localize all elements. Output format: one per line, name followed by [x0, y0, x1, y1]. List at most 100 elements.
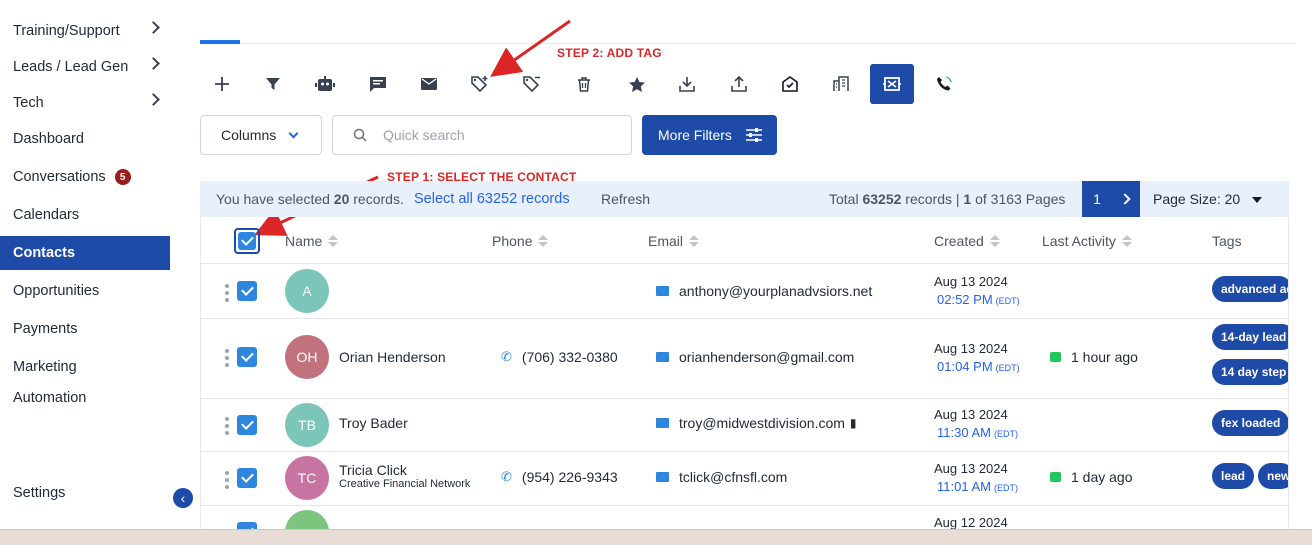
email-cell[interactable]: anthony@yourplanadvsiors.net [656, 283, 872, 299]
header-name[interactable]: Name [285, 233, 339, 249]
row-checkbox[interactable] [237, 281, 257, 301]
sidebar-item-payments[interactable]: Payments [0, 312, 170, 346]
sidebar-item-leads[interactable]: Leads / Lead Gen [0, 50, 170, 84]
mail-icon[interactable] [412, 66, 446, 102]
merge-icon[interactable] [870, 64, 914, 104]
columns-button[interactable]: Columns [200, 115, 322, 155]
download-icon[interactable] [670, 66, 704, 102]
table-row[interactable]: TC Tricia Click Creative Financial Netwo… [201, 452, 1288, 506]
header-tags: Tags [1212, 233, 1242, 249]
sidebar-item-dashboard[interactable]: Dashboard [0, 122, 170, 156]
page-size-select[interactable]: Page Size: 20 [1153, 191, 1263, 207]
table-row[interactable]: Aug 12 2024 [201, 506, 1288, 529]
tag-pill[interactable]: 14-day lead [1212, 324, 1288, 350]
checkmark-icon [238, 232, 256, 250]
contact-name[interactable]: Tricia Click [339, 462, 407, 478]
sidebar-item-label: Settings [13, 485, 66, 501]
collapse-sidebar-button[interactable]: ‹ [173, 488, 193, 508]
refresh-link[interactable]: Refresh [601, 191, 650, 207]
email-cell[interactable]: orianhenderson@gmail.com [656, 349, 854, 365]
sidebar-item-label: Calendars [13, 207, 80, 223]
unread-badge: 5 [114, 169, 131, 185]
sort-icon [328, 235, 339, 247]
row-menu-icon[interactable] [225, 349, 229, 367]
created-cell: Aug 13 2024 01:04 PM (EDT) [934, 341, 1020, 374]
robot-icon[interactable] [308, 66, 342, 102]
contact-name-cell[interactable]: Tricia Click Creative Financial Network [339, 462, 470, 490]
header-email[interactable]: Email [648, 233, 700, 249]
plus-icon[interactable] [205, 66, 239, 102]
remove-tag-icon[interactable] [515, 66, 549, 102]
created-cell: Aug 12 2024 [934, 515, 1008, 529]
sidebar-item-label: Opportunities [13, 283, 100, 299]
row-menu-icon[interactable] [225, 417, 229, 435]
columns-label: Columns [221, 127, 277, 143]
header-last-activity[interactable]: Last Activity [1042, 233, 1132, 249]
more-filters-button[interactable]: More Filters [642, 115, 777, 155]
total-records-text: Total 63252 records | 1 of 3163 Pages [829, 191, 1066, 207]
avatar: A [285, 269, 329, 313]
tag-pill[interactable]: lead [1212, 463, 1255, 489]
add-tag-icon[interactable] [463, 66, 497, 102]
avatar: TB [285, 403, 329, 447]
phone-call-icon[interactable] [927, 66, 961, 102]
select-all-checkbox[interactable] [234, 228, 260, 254]
sidebar-item-marketing[interactable]: Marketing [0, 350, 170, 384]
sidebar-item-settings[interactable]: Settings [0, 476, 170, 510]
last-activity-cell: 1 hour ago [1050, 349, 1138, 365]
phone-cell[interactable]: ✆ (706) 332-0380 [501, 349, 618, 365]
email-cell[interactable]: troy@midwestdivision.com ▮ [656, 415, 857, 431]
contact-name[interactable]: Troy Bader [339, 415, 408, 431]
sidebar-item-opportunities[interactable]: Opportunities [0, 274, 170, 308]
avatar [285, 510, 329, 529]
current-page-button[interactable]: 1 [1082, 181, 1112, 217]
mail-check-icon[interactable] [773, 66, 807, 102]
email-cell[interactable]: tclick@cfnsfl.com [656, 469, 787, 485]
building-icon[interactable] [824, 66, 858, 102]
search-field[interactable] [332, 115, 632, 155]
sidebar-item-label: Contacts [13, 245, 76, 261]
chevron-left-icon: ‹ [180, 490, 186, 506]
table-row[interactable]: A anthony@yourplanadvsiors.net Aug 13 20… [201, 264, 1288, 319]
header-phone[interactable]: Phone [492, 233, 549, 249]
sidebar-item-label: Marketing [13, 359, 77, 375]
sidebar-item-training-support[interactable]: Training/Support [0, 14, 170, 48]
row-menu-icon[interactable] [225, 471, 229, 489]
sidebar-item-calendars[interactable]: Calendars [0, 198, 170, 232]
row-checkbox[interactable] [237, 468, 257, 488]
sidebar-item-contacts[interactable]: Contacts [0, 236, 170, 270]
search-input[interactable] [383, 127, 603, 143]
chevron-right-icon [147, 21, 160, 34]
row-checkbox[interactable] [237, 415, 257, 435]
sidebar-item-label: Leads / Lead Gen [13, 59, 129, 75]
upload-icon[interactable] [722, 66, 756, 102]
row-checkbox[interactable] [237, 347, 257, 367]
sidebar-item-label: Conversations [13, 169, 106, 185]
row-menu-icon[interactable] [225, 284, 229, 302]
header-created[interactable]: Created [934, 233, 1000, 249]
sidebar-item-label: Automation [13, 390, 87, 406]
tag-pill[interactable]: 14 day step 1 [1212, 359, 1288, 385]
row-checkbox[interactable] [237, 522, 257, 529]
tag-pill[interactable]: new [1258, 463, 1288, 489]
sidebar-item-automation[interactable]: Automation [0, 390, 170, 410]
table-row[interactable]: OH Orian Henderson ✆ (706) 332-0380 orian… [201, 319, 1288, 399]
tag-pill[interactable]: fex loaded [1212, 410, 1288, 436]
last-activity-cell: 1 day ago [1050, 469, 1133, 485]
message-icon[interactable] [361, 66, 395, 102]
tag-pill[interactable]: advanced ad [1212, 276, 1288, 302]
mail-icon [656, 352, 669, 362]
active-tab-indicator [200, 40, 240, 44]
table-row[interactable]: TB Troy Bader troy@midwestdivision.com ▮ … [201, 399, 1288, 452]
phone-cell[interactable]: ✆ (954) 226-9343 [501, 469, 618, 485]
sidebar-item-label: Dashboard [13, 131, 84, 147]
clipboard-icon[interactable]: ▮ [850, 416, 857, 430]
next-page-button[interactable] [1112, 181, 1140, 217]
sidebar-item-tech[interactable]: Tech [0, 86, 170, 120]
contact-name[interactable]: Orian Henderson [339, 349, 446, 365]
select-all-link[interactable]: Select all 63252 records [414, 191, 570, 207]
filter-icon[interactable] [256, 66, 290, 102]
sidebar-item-conversations[interactable]: Conversations 5 [0, 160, 170, 194]
star-icon[interactable] [620, 66, 654, 102]
trash-icon[interactable] [567, 66, 601, 102]
